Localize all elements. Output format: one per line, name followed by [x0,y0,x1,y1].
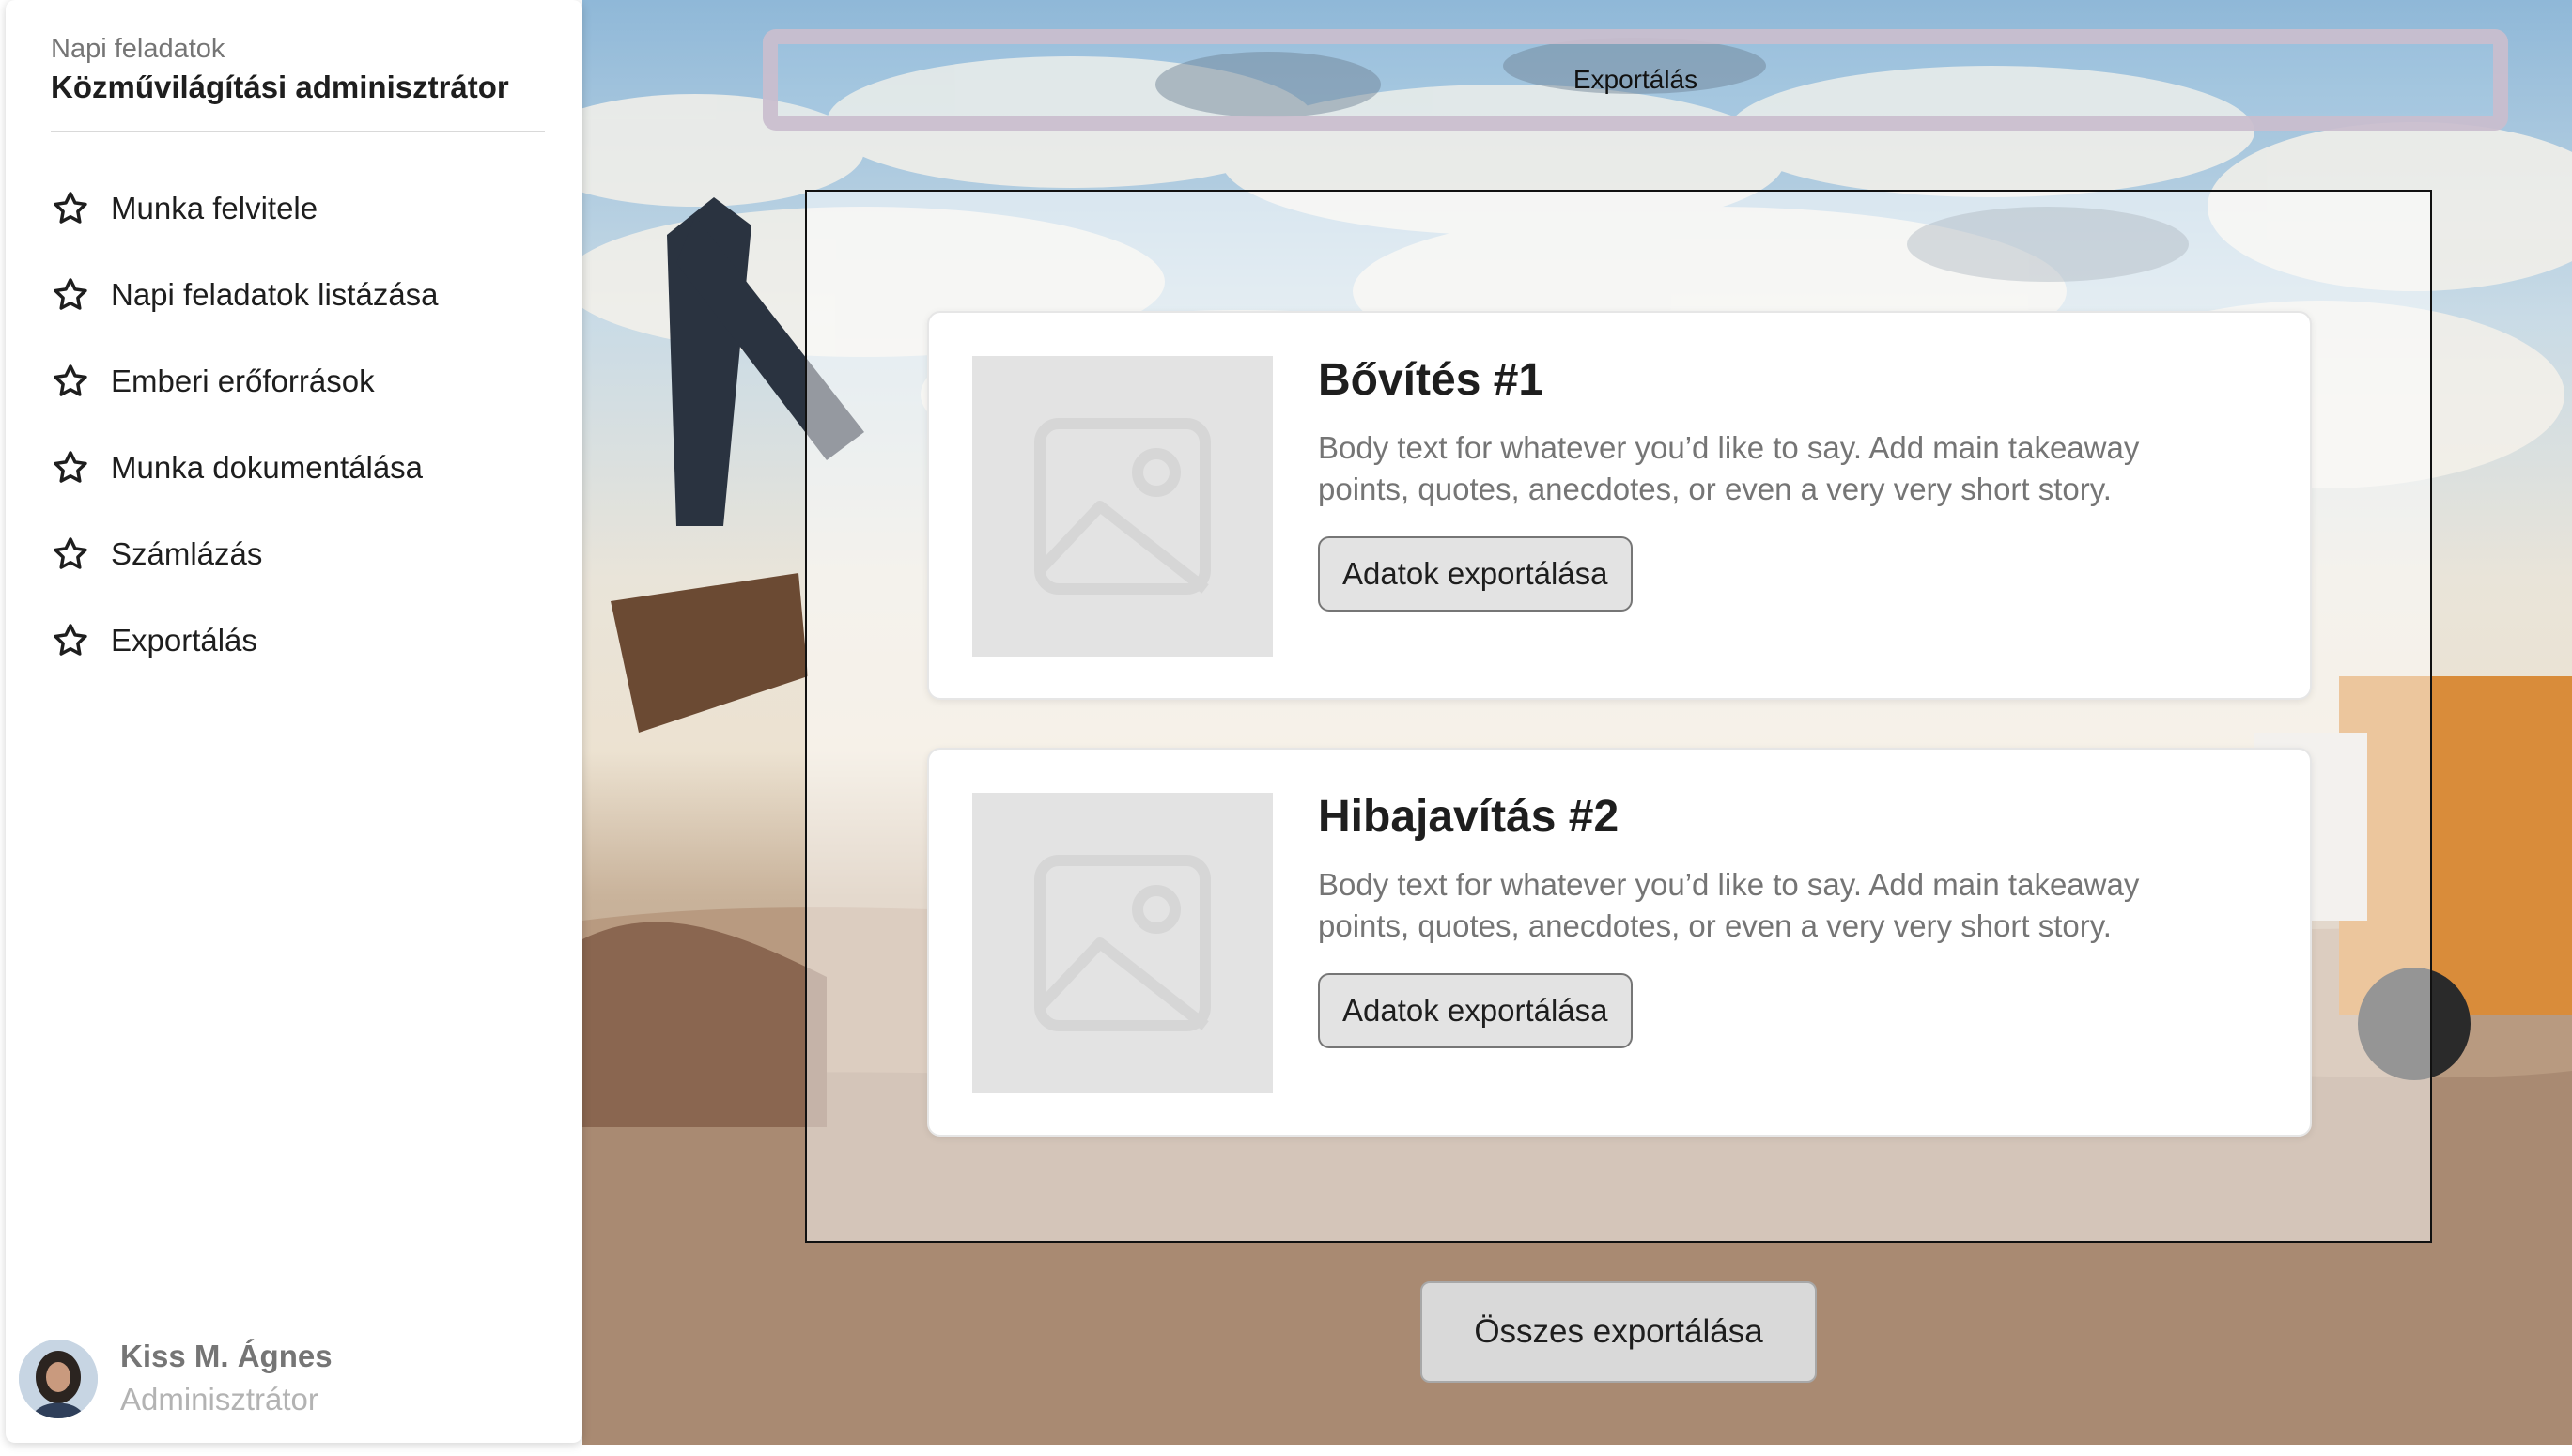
user-profile[interactable]: Kiss M. Ágnes Adminisztrátor [19,1336,333,1422]
export-all-button[interactable]: Összes exportálása [1420,1281,1817,1383]
page-title: Exportálás [1573,65,1698,94]
user-role: Adminisztrátor [120,1382,318,1417]
image-placeholder [972,793,1273,1093]
image-placeholder-icon [1034,855,1211,1031]
sidebar: Napi feladatok Közművilágítási adminiszt… [6,0,582,1443]
sidebar-item-napi-feladatok[interactable]: Napi feladatok listázása [51,252,558,338]
star-icon [54,364,87,396]
page-header: Exportálás [763,29,2508,131]
user-name: Kiss M. Ágnes [120,1339,333,1373]
sidebar-divider [51,131,545,132]
export-card: Bővítés #1 Body text for whatever you’d … [927,311,2312,700]
star-icon [54,451,87,483]
sidebar-nav: Munka felvitele Napi feladatok listázása… [51,165,558,684]
card-title: Hibajavítás #2 [1318,792,1619,842]
export-data-button[interactable]: Adatok exportálása [1318,973,1633,1048]
sidebar-item-label: Számlázás [111,536,263,571]
sidebar-item-munka-felvitele[interactable]: Munka felvitele [51,165,558,252]
sidebar-kicker: Napi feladatok [51,34,225,64]
export-list-frame: Bővítés #1 Body text for whatever you’d … [805,190,2432,1243]
card-body: Body text for whatever you’d like to say… [1318,867,2140,943]
card-body: Body text for whatever you’d like to say… [1318,430,2140,506]
export-data-button[interactable]: Adatok exportálása [1318,536,1633,612]
star-icon [54,624,87,656]
sidebar-item-szamlazas[interactable]: Számlázás [51,511,558,597]
sidebar-item-emberi-eroforrasok[interactable]: Emberi erőforrások [51,338,558,425]
star-icon [54,192,87,224]
image-placeholder [972,356,1273,657]
sidebar-item-munka-dokumentalasa[interactable]: Munka dokumentálása [51,425,558,511]
export-card: Hibajavítás #2 Body text for whatever yo… [927,748,2312,1137]
star-icon [54,278,87,310]
sidebar-item-label: Munka felvitele [111,191,318,225]
sidebar-title: Közművilágítási adminisztrátor [51,70,509,104]
card-title: Bővítés #1 [1318,355,1544,405]
sidebar-item-label: Napi feladatok listázása [111,277,439,312]
image-placeholder-icon [1034,418,1211,595]
sidebar-item-label: Exportálás [111,623,257,658]
sidebar-item-exportalas[interactable]: Exportálás [51,597,558,684]
sidebar-item-label: Munka dokumentálása [111,450,424,485]
star-icon [54,537,87,569]
sidebar-item-label: Emberi erőforrások [111,364,375,398]
avatar [19,1340,98,1418]
